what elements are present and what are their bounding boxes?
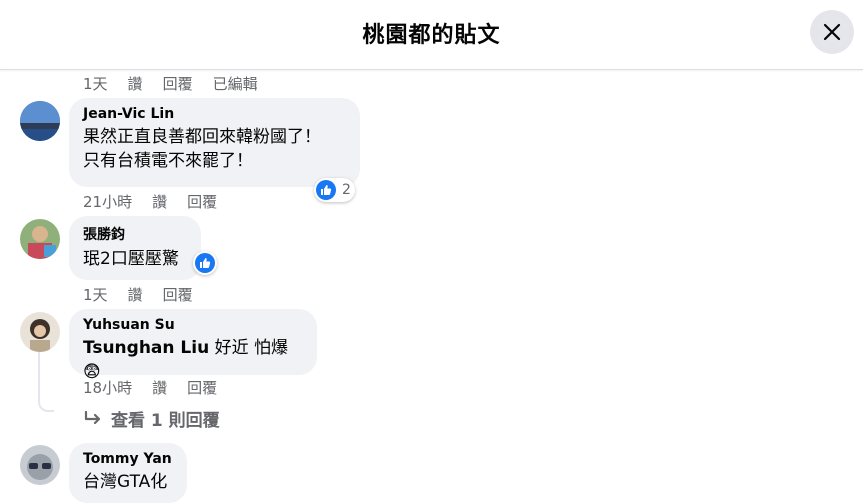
comment-time: 1天 — [83, 75, 108, 93]
avatar[interactable] — [20, 312, 60, 352]
reply-action[interactable]: 回覆 — [163, 284, 193, 305]
comment-author[interactable]: Tommy Yan — [83, 451, 173, 467]
reaction-summary[interactable] — [193, 251, 217, 275]
like-reaction-icon — [316, 180, 336, 200]
post-dialog-header: 桃園都的貼文 — [0, 0, 863, 70]
comment-time: 18小時 — [83, 379, 133, 397]
comment-text-line: 珉2口壓壓驚 — [83, 249, 179, 269]
reply-thread-line — [38, 352, 54, 412]
comment-bubble: Tommy Yan 台灣GTA化 — [69, 443, 187, 503]
reply-action[interactable]: 回覆 — [163, 73, 193, 94]
comment-text-line: 果然正直良善都回來韓粉國了！ — [83, 127, 321, 147]
mention-link[interactable]: Tsunghan Liu — [83, 338, 209, 358]
close-button[interactable] — [810, 10, 854, 54]
edited-label: 已編輯 — [212, 75, 258, 93]
reaction-count: 2 — [342, 182, 351, 198]
avatar[interactable] — [20, 445, 60, 485]
reply-action[interactable]: 回覆 — [187, 377, 217, 398]
comment-meta: 1天 讚 回覆 — [83, 284, 213, 305]
like-action[interactable]: 讚 — [152, 191, 167, 212]
like-action[interactable]: 讚 — [152, 377, 167, 398]
close-icon — [823, 23, 841, 41]
comment-bubble: 張勝鈞 珉2口壓壓驚 — [69, 216, 201, 280]
page-title: 桃園都的貼文 — [362, 23, 501, 48]
comment-time: 21小時 — [83, 193, 133, 211]
view-replies-label: 查看 1 則回覆 — [111, 411, 220, 431]
comment-meta: 18小時 讚 回覆 — [83, 377, 237, 398]
comment-meta: 1天 讚 回覆 已編輯 — [83, 73, 278, 94]
reply-arrow-icon — [84, 410, 101, 424]
avatar[interactable] — [20, 101, 60, 141]
comment-author[interactable]: 張勝鈞 — [83, 224, 187, 244]
comment-bubble: Yuhsuan Su Tsunghan Liu 好近 怕爆 😨 — [69, 309, 317, 382]
comment-text-body: 好近 怕爆 — [209, 338, 289, 358]
like-action[interactable]: 讚 — [128, 284, 143, 305]
comment-text-line: 台灣GTA化 — [83, 472, 168, 492]
like-reaction-icon — [195, 253, 215, 273]
reply-action[interactable]: 回覆 — [187, 191, 217, 212]
view-replies-button[interactable]: 查看 1 則回覆 — [83, 406, 220, 431]
comment-time: 1天 — [83, 286, 108, 304]
comment-text-line: 只有台積電不來罷了！ — [83, 151, 253, 171]
comment-meta: 21小時 讚 回覆 — [83, 191, 237, 212]
reaction-summary[interactable]: 2 — [314, 178, 355, 202]
comment-author[interactable]: Yuhsuan Su — [83, 317, 303, 333]
avatar[interactable] — [20, 219, 60, 259]
comment-author[interactable]: Jean-Vic Lin — [83, 106, 346, 122]
like-action[interactable]: 讚 — [128, 73, 143, 94]
comment-bubble: Jean-Vic Lin 果然正直良善都回來韓粉國了！ 只有台積電不來罷了！ — [69, 98, 360, 187]
